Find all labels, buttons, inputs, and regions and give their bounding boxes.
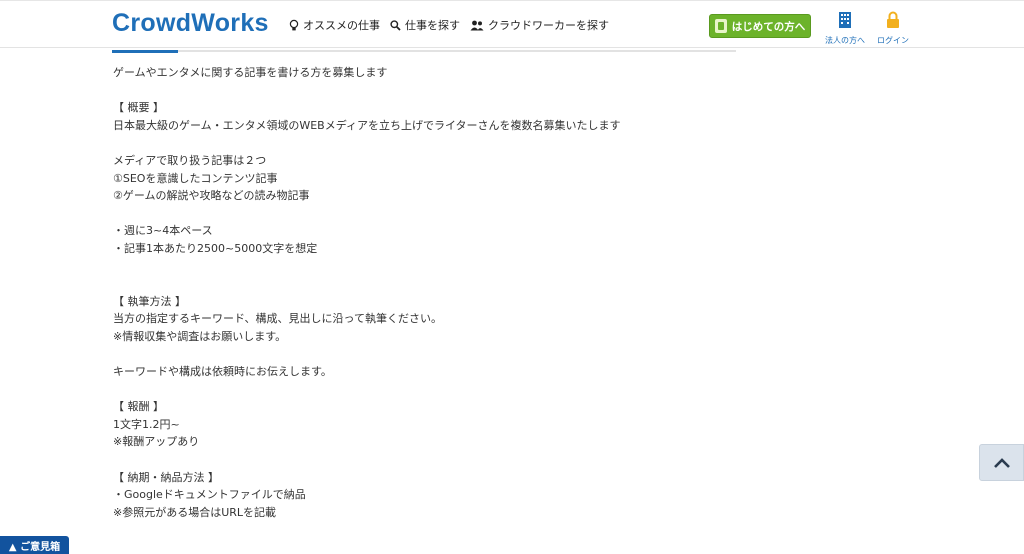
description-line: 【 納期・納品方法 】 [113,470,219,484]
description-line [113,381,733,399]
login-link[interactable]: ログイン [870,11,916,46]
active-tab-indicator [112,50,178,53]
description-line [113,275,733,293]
description-line: ・記事1本あたり2500~5000文字を想定 [113,241,318,255]
description-line: キーワードや構成は依頼時にお伝えします。 [113,365,332,379]
description-line: 【 執筆方法 】 [113,294,186,308]
description-line: ゲームやエンタメに関する記事を書ける方を募集します [113,66,388,79]
corporate-label: 法人の方へ [825,36,865,45]
description-line: ※参照元がある場合はURLを記載 [113,505,277,519]
search-icon [390,19,401,31]
description-line: ②ゲームの解説や攻略などの読み物記事 [113,189,310,203]
description-line: ・週に3~4本ペース [113,224,213,238]
nav-label: オススメの仕事 [303,19,380,32]
description-line: ・Googleドキュメントファイルで納品 [113,488,306,502]
users-icon [470,20,484,30]
description-line: ①SEOを意識したコンテンツ記事 [113,171,278,185]
site-header: CrowdWorks オススメの仕事 仕事を探す クラウドワーカーを探す はじめ… [0,0,1024,48]
beginner-mark-icon [714,19,727,33]
nav-recommended-jobs[interactable]: オススメの仕事 [289,17,380,33]
chevron-up-icon [993,457,1010,468]
description-line [113,346,733,364]
main-nav: オススメの仕事 仕事を探す クラウドワーカーを探す [289,17,619,33]
description-line: 1文字1.2円~ [113,417,180,431]
login-label: ログイン [877,36,909,45]
description-line: ※情報収集や調査はお願いします。 [113,329,287,343]
description-line: 【 報酬 】 [113,400,164,414]
description-line: ※報酬アップあり [113,435,200,449]
description-line [113,258,733,276]
description-line: メディアで取り扱う記事は２つ [113,153,267,167]
lock-icon [887,11,899,28]
scroll-to-top-button[interactable] [979,444,1024,481]
description-line: 【 概要 】 [113,101,164,115]
crowdworks-logo[interactable]: CrowdWorks [112,9,269,38]
tab-divider [112,50,736,52]
nav-label: 仕事を探す [405,19,460,32]
lightbulb-icon [289,19,299,30]
nav-find-workers[interactable]: クラウドワーカーを探す [470,17,609,33]
nav-label: クラウドワーカーを探す [488,19,609,32]
description-line [113,451,733,469]
beginner-guide-button[interactable]: はじめての方へ [709,14,811,38]
job-description: ゲームやエンタメに関する記事を書ける方を募集します 【 概要 】 日本最大級のゲ… [113,64,733,521]
description-line [113,134,733,152]
corporate-link[interactable]: 法人の方へ [821,11,869,46]
building-icon [839,12,851,28]
feedback-button[interactable]: ▲ ご意見箱 [0,536,69,554]
description-line: 当方の指定するキーワード、構成、見出しに沿って執筆ください。 [113,312,443,326]
nav-find-jobs[interactable]: 仕事を探す [390,17,460,33]
description-line: 日本最大級のゲーム・エンタメ領域のWEBメディアを立ち上げでライターさんを複数名… [113,118,621,132]
description-line [113,205,733,223]
description-line [113,82,733,100]
beginner-guide-label: はじめての方へ [731,20,806,33]
